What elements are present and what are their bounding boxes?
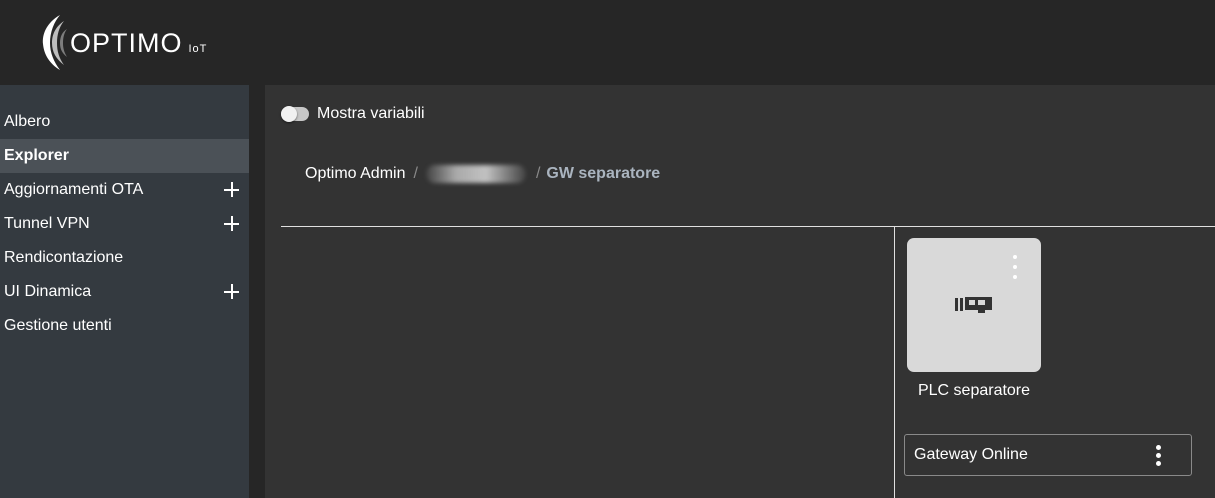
sidebar: Albero Explorer Aggiornamenti OTA Tunnel… — [0, 85, 249, 498]
plc-card-icon — [955, 297, 992, 313]
show-variables-label: Mostra variabili — [317, 105, 425, 122]
breadcrumb-separator: / — [535, 165, 541, 182]
sidebar-item-label: Rendicontazione — [4, 249, 124, 266]
expand-plus-icon[interactable] — [224, 284, 239, 299]
optimo-logo-icon — [42, 15, 67, 70]
sidebar-item-label: Gestione utenti — [4, 317, 112, 334]
top-header: OPTIMO IoT — [0, 0, 1215, 85]
breadcrumb-current: GW separatore — [546, 165, 661, 182]
content-divider-horizontal — [281, 226, 1215, 227]
sidebar-item-albero[interactable]: Albero — [0, 105, 249, 139]
sidebar-item-explorer[interactable]: Explorer — [0, 139, 249, 173]
show-variables-toggle[interactable] — [281, 106, 309, 122]
sidebar-item-label: UI Dinamica — [4, 283, 92, 300]
sidebar-item-label: Aggiornamenti OTA — [4, 181, 144, 198]
brand-sub: IoT — [188, 43, 208, 55]
sidebar-item-ui-dinamica[interactable]: UI Dinamica — [0, 275, 249, 309]
sidebar-item-rendicontazione[interactable]: Rendicontazione — [0, 241, 249, 275]
sidebar-item-aggiornamenti-ota[interactable]: Aggiornamenti OTA — [0, 173, 249, 207]
kebab-menu-icon[interactable] — [1011, 255, 1019, 279]
sidebar-gutter — [249, 85, 265, 498]
gateway-status-box[interactable]: Gateway Online — [904, 434, 1192, 476]
gateway-status-label: Gateway Online — [914, 446, 1028, 463]
sidebar-item-gestione-utenti[interactable]: Gestione utenti — [0, 309, 249, 343]
breadcrumb: Optimo Admin / / GW separatore — [305, 165, 660, 183]
device-tile[interactable] — [907, 238, 1041, 372]
expand-plus-icon[interactable] — [224, 182, 239, 197]
kebab-menu-icon[interactable] — [1155, 445, 1163, 467]
content-divider-vertical — [894, 226, 895, 498]
expand-plus-icon[interactable] — [224, 216, 239, 231]
breadcrumb-root[interactable]: Optimo Admin — [305, 165, 405, 183]
sidebar-item-label: Explorer — [4, 147, 69, 164]
show-variables-toggle-row: Mostra variabili — [281, 105, 425, 123]
sidebar-item-label: Albero — [4, 113, 51, 130]
device-tile-label: PLC separatore — [917, 382, 1031, 399]
toggle-knob — [281, 106, 297, 122]
breadcrumb-redacted[interactable] — [425, 165, 526, 183]
main-content: Mostra variabili Optimo Admin / / GW sep… — [265, 85, 1215, 498]
sidebar-item-tunnel-vpn[interactable]: Tunnel VPN — [0, 207, 249, 241]
sidebar-item-label: Tunnel VPN — [4, 215, 90, 232]
brand-name: OPTIMO — [70, 27, 183, 58]
breadcrumb-separator: / — [413, 165, 418, 182]
brand-logo[interactable]: OPTIMO IoT — [40, 12, 207, 72]
